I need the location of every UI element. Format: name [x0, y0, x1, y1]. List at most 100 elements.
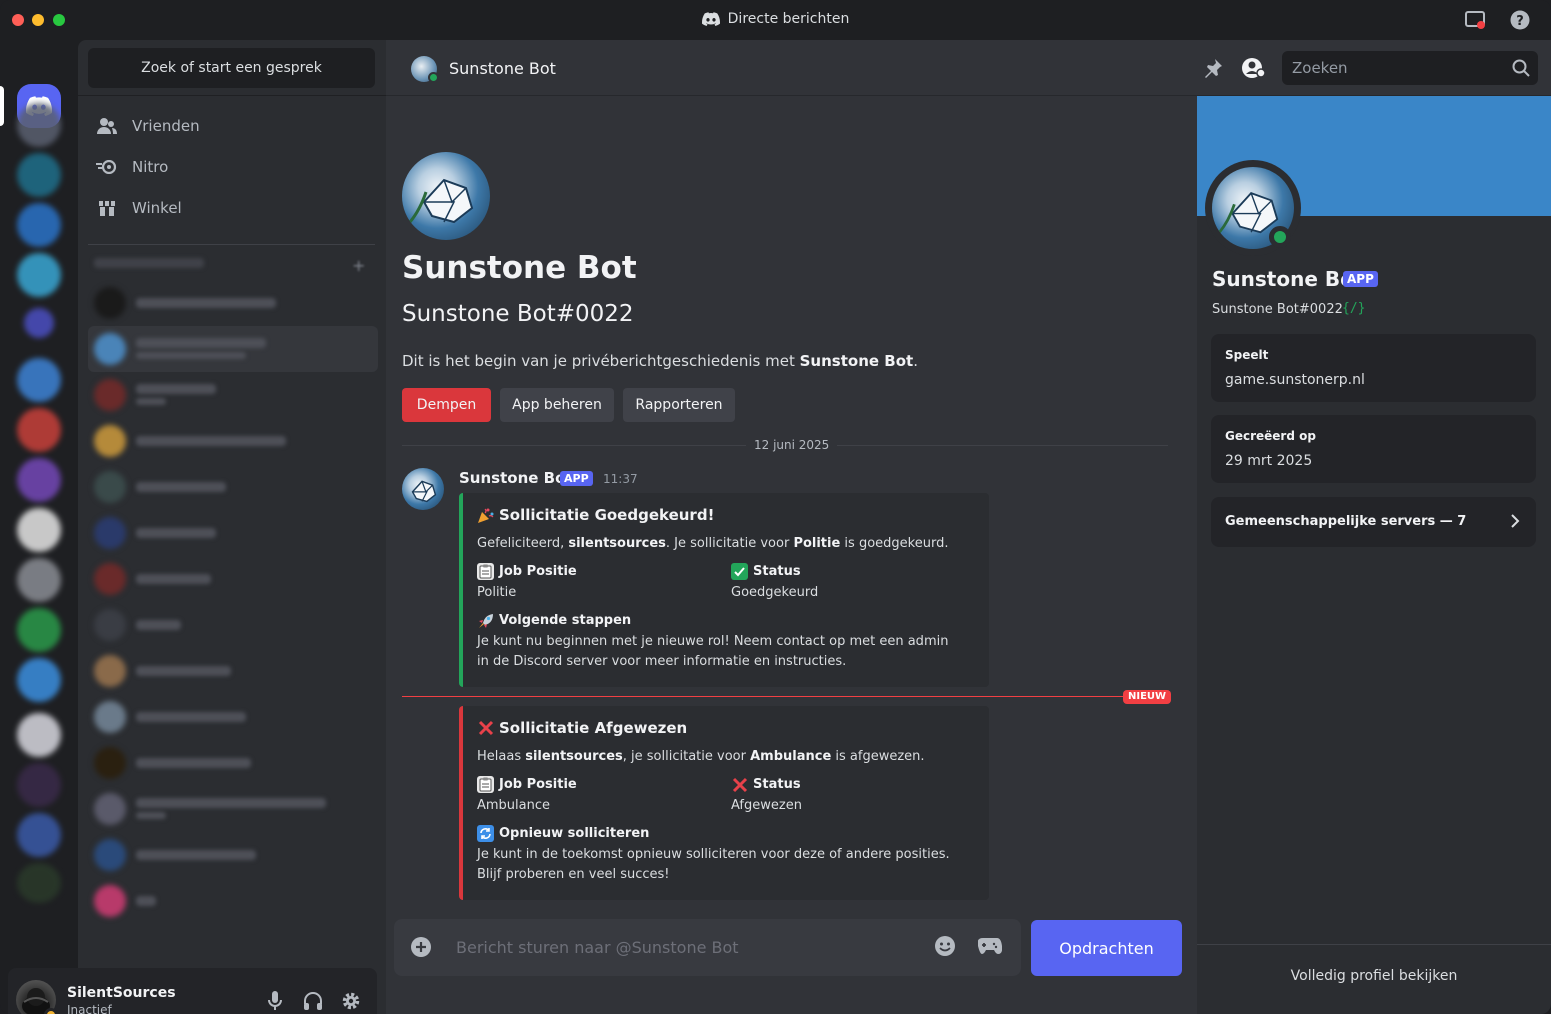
- server-icon[interactable]: [17, 203, 61, 247]
- dm-list-item[interactable]: [88, 418, 378, 464]
- dm-list-item[interactable]: [88, 694, 378, 740]
- welcome-text-bold: Sunstone Bot: [799, 352, 914, 370]
- dm-list-item[interactable]: [88, 602, 378, 648]
- server-icon[interactable]: [17, 763, 61, 807]
- dm-list-item[interactable]: [88, 280, 378, 326]
- embed-description: Gefeliciteerd, silentsources. Je sollici…: [477, 536, 948, 551]
- dm-list-item[interactable]: [88, 878, 378, 924]
- search-icon: [1512, 59, 1530, 77]
- desc-part: is goedgekeurd.: [840, 536, 949, 551]
- nav-label: Vrienden: [132, 117, 200, 135]
- server-rail: [0, 40, 78, 1014]
- message-author[interactable]: Sunstone Bot: [459, 469, 573, 487]
- desc-part: , je sollicitatie voor: [622, 749, 751, 764]
- playing-card: Speelt game.sunstonerp.nl: [1211, 334, 1536, 402]
- server-icon[interactable]: [17, 408, 61, 452]
- section-title-text: Opnieuw solliciteren: [499, 826, 650, 841]
- profile-name: Sunstone Bot: [1212, 267, 1364, 291]
- server-icon[interactable]: [17, 103, 61, 147]
- desc-part: Helaas: [477, 749, 526, 764]
- search-input[interactable]: Zoeken: [1282, 51, 1538, 85]
- server-icon[interactable]: [17, 608, 61, 652]
- nav-label: Nitro: [132, 158, 169, 176]
- nav-item-nitro[interactable]: Nitro: [88, 147, 375, 187]
- dm-list-item[interactable]: [88, 464, 378, 510]
- settings-gear-icon[interactable]: [338, 988, 364, 1014]
- server-icon[interactable]: [17, 558, 61, 602]
- chevron-right-icon: [1510, 513, 1520, 529]
- online-status-icon: [1269, 226, 1291, 248]
- microphone-icon[interactable]: [262, 988, 288, 1014]
- dm-list: [88, 280, 378, 924]
- dm-list-item[interactable]: [88, 510, 378, 556]
- desc-part: . Je sollicitatie voor: [665, 536, 794, 551]
- message-avatar[interactable]: [402, 468, 444, 510]
- dm-list-item[interactable]: [88, 372, 378, 418]
- welcome-text-part: .: [913, 352, 918, 370]
- window-title-text: Directe berichten: [727, 11, 850, 27]
- find-conversation-button[interactable]: Zoek of start een gesprek: [88, 48, 375, 88]
- server-icon[interactable]: [17, 458, 61, 502]
- dm-list-item[interactable]: [88, 740, 378, 786]
- user-profile-icon[interactable]: [1242, 57, 1266, 79]
- pin-icon[interactable]: [1202, 57, 1224, 79]
- embed-rejected: Sollicitatie Afgewezen Helaas silentsour…: [459, 706, 989, 900]
- add-attachment-icon[interactable]: [410, 936, 432, 958]
- server-icon[interactable]: [17, 863, 61, 903]
- server-icon[interactable]: [17, 153, 61, 197]
- profile-panel: Sunstone Bot APP Sunstone Bot#0022 {/} S…: [1197, 96, 1551, 1014]
- embed-approved: Sollicitatie Goedgekeurd! Gefeliciteerd,…: [459, 493, 989, 687]
- party-popper-icon: [477, 507, 494, 524]
- inbox-icon[interactable]: [1465, 11, 1485, 29]
- username: SilentSources: [67, 985, 176, 1001]
- chat-area: Sunstone Bot Zoeken Sunstone Bot Sunston…: [386, 40, 1551, 1014]
- section-title-text: Volgende stappen: [499, 613, 632, 628]
- field-value: Afgewezen: [731, 798, 802, 813]
- field-name: Status: [731, 563, 801, 580]
- nav-item-shop[interactable]: Winkel: [88, 188, 375, 228]
- welcome-text-part: Dit is het begin van je privéberichtgesc…: [402, 352, 800, 370]
- dm-list-item[interactable]: [88, 648, 378, 694]
- server-icon[interactable]: [17, 813, 61, 857]
- dm-list-item-active[interactable]: [88, 326, 378, 372]
- headphones-icon[interactable]: [300, 988, 326, 1014]
- create-dm-icon[interactable]: +: [352, 256, 365, 275]
- embed-description: Helaas silentsources, je sollicitatie vo…: [477, 749, 925, 764]
- dm-list-item[interactable]: [88, 786, 378, 832]
- commands-button[interactable]: Opdrachten: [1031, 920, 1182, 976]
- mute-button[interactable]: Dempen: [402, 388, 491, 422]
- view-full-profile-link[interactable]: Volledig profiel bekijken: [1197, 968, 1551, 984]
- server-icon[interactable]: [17, 508, 61, 552]
- help-icon[interactable]: ?: [1510, 10, 1530, 30]
- manage-app-button[interactable]: App beheren: [500, 388, 614, 422]
- created-label: Gecreëerd op: [1225, 429, 1316, 443]
- check-mark-icon: [731, 563, 748, 580]
- nav-item-friends[interactable]: Vrienden: [88, 106, 375, 146]
- bot-avatar-large: [402, 152, 490, 240]
- discord-logo-icon: [701, 12, 720, 26]
- server-icon[interactable]: [17, 253, 61, 297]
- desc-bold: Politie: [793, 536, 841, 551]
- server-icon[interactable]: [17, 713, 61, 757]
- chat-header: Sunstone Bot Zoeken: [386, 40, 1551, 96]
- home-indicator: [0, 86, 4, 126]
- section-text: Je kunt nu beginnen met je nieuwe rol! N…: [477, 634, 949, 669]
- gamepad-icon[interactable]: [978, 936, 1002, 954]
- emoji-icon[interactable]: [934, 935, 956, 957]
- server-icon[interactable]: [24, 308, 54, 338]
- field-name-text: Status: [753, 564, 801, 579]
- direct-messages-header: [94, 258, 204, 268]
- server-icon[interactable]: [17, 358, 61, 402]
- dm-list-item[interactable]: [88, 556, 378, 602]
- dm-list-item[interactable]: [88, 832, 378, 878]
- clipboard-icon: [477, 563, 494, 580]
- mutual-servers-button[interactable]: Gemeenschappelijke servers — 7: [1211, 497, 1536, 547]
- field-name-text: Status: [753, 777, 801, 792]
- message-input[interactable]: Bericht sturen naar @Sunstone Bot: [456, 938, 739, 957]
- report-button[interactable]: Rapporteren: [623, 388, 735, 422]
- server-icon[interactable]: [17, 658, 61, 702]
- created-card: Gecreëerd op 29 mrt 2025: [1211, 415, 1536, 483]
- field-name: Job Positie: [477, 776, 577, 793]
- desc-bold: silentsources: [568, 536, 666, 551]
- profile-tag: Sunstone Bot#0022: [1212, 302, 1343, 317]
